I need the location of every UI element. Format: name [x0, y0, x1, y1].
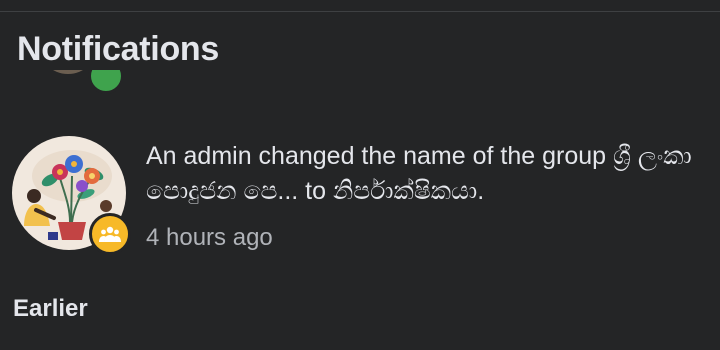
group-badge — [89, 213, 131, 255]
previous-notification-partial[interactable] — [0, 70, 720, 103]
page-title: Notifications — [17, 30, 219, 68]
group-icon — [99, 226, 121, 242]
notification-item[interactable]: An admin changed the name of the group ශ… — [0, 122, 720, 272]
top-divider — [0, 11, 720, 12]
notification-timestamp: 4 hours ago — [146, 224, 273, 251]
status-badge — [88, 70, 124, 94]
notification-message: An admin changed the name of the group ශ… — [146, 142, 692, 205]
avatar-container — [12, 136, 131, 255]
section-header-earlier: Earlier — [13, 295, 88, 322]
